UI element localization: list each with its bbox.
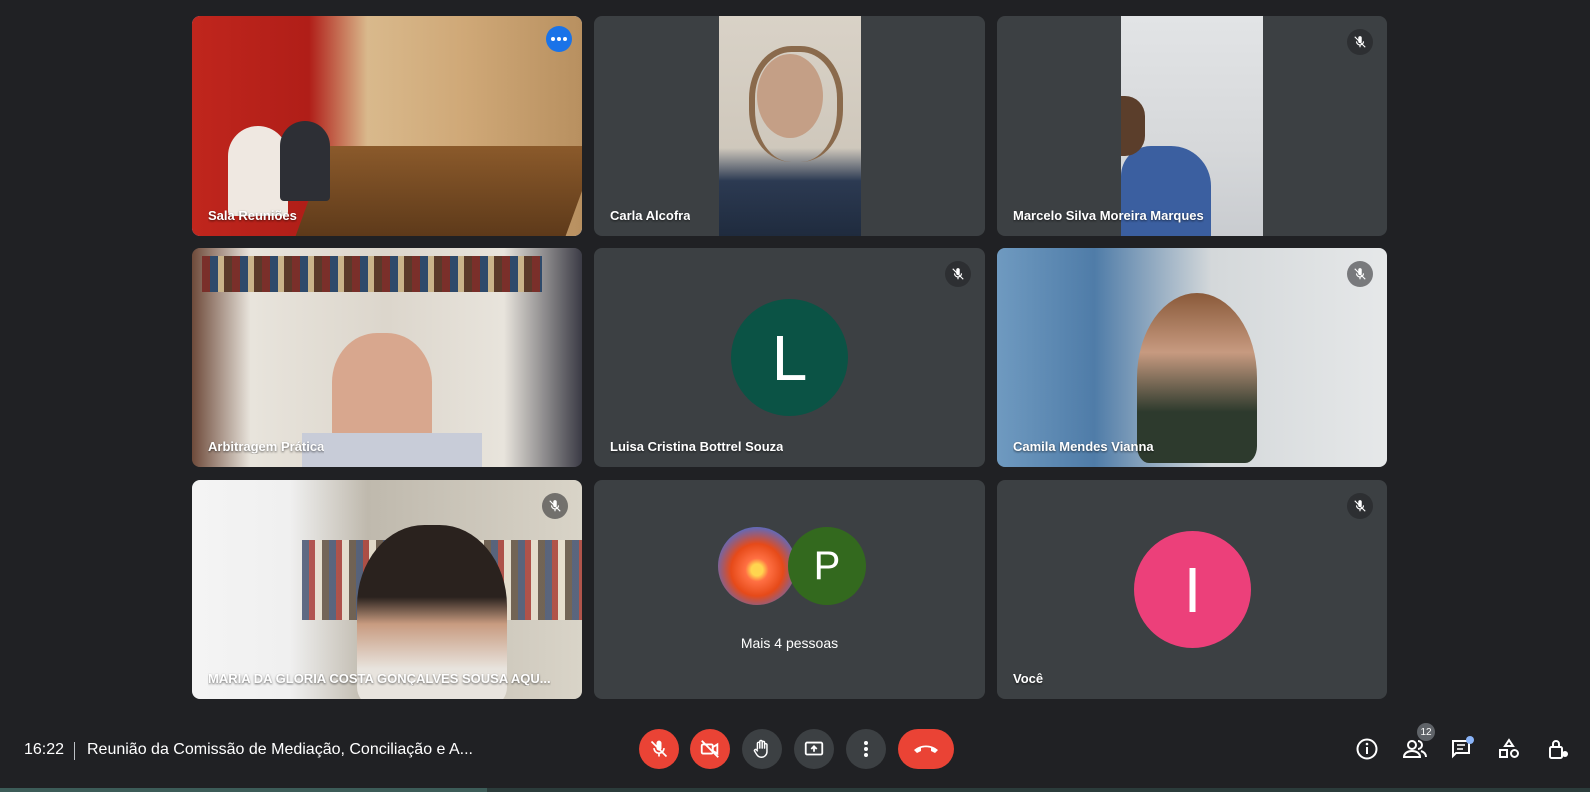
participant-name: Você: [1013, 671, 1044, 686]
participant-video: [192, 16, 582, 236]
phone-hangup-icon: [914, 745, 938, 753]
participant-tile-sala-reunioes[interactable]: Sala Reuniões: [192, 16, 582, 236]
participant-name: Arbitragem Prática: [208, 439, 325, 454]
leave-call-button[interactable]: [898, 729, 954, 769]
more-options-button[interactable]: [846, 729, 886, 769]
participant-video: [192, 480, 582, 699]
divider: [74, 742, 75, 760]
meeting-title: Reunião da Comissão de Mediação, Concili…: [87, 741, 473, 758]
avatar: L: [731, 299, 848, 416]
camera-off-icon: [700, 740, 719, 758]
mic-off-icon: [945, 261, 971, 287]
participant-video: [1121, 16, 1263, 236]
raise-hand-button[interactable]: [742, 729, 782, 769]
hand-icon: [753, 739, 768, 758]
participant-tile-arbitragem[interactable]: Arbitragem Prática: [192, 248, 582, 467]
activities-icon: [1499, 738, 1519, 758]
shirt-shape: [302, 433, 482, 467]
participant-tile-carla-alcofra[interactable]: Carla Alcofra: [594, 16, 985, 236]
mic-off-icon: [650, 740, 668, 758]
head-shape: [1121, 96, 1145, 156]
person-shape: [1137, 293, 1257, 463]
host-controls-button[interactable]: [1543, 734, 1573, 764]
meeting-details-button[interactable]: [1352, 734, 1382, 764]
participant-tile-camila[interactable]: Camila Mendes Vianna: [997, 248, 1387, 467]
camera-toggle-button[interactable]: [690, 729, 730, 769]
participant-name: Camila Mendes Vianna: [1013, 439, 1154, 454]
participant-name: MARIA DA GLORIA COSTA GONÇALVES SOUSA AQ…: [208, 671, 551, 686]
mic-off-icon: [1347, 261, 1373, 287]
participant-tile-maria[interactable]: MARIA DA GLORIA COSTA GONÇALVES SOUSA AQ…: [192, 480, 582, 699]
participant-tile-luisa[interactable]: L Luisa Cristina Bottrel Souza: [594, 248, 985, 467]
chat-notification-dot: [1466, 736, 1474, 744]
bottom-control-bar: 16:22 Reunião da Comissão de Mediação, C…: [0, 712, 1590, 792]
mic-toggle-button[interactable]: [639, 729, 679, 769]
participant-name: Luisa Cristina Bottrel Souza: [610, 439, 784, 454]
hair-shape: [749, 46, 843, 162]
participant-video: [719, 16, 861, 236]
participant-name: Marcelo Silva Moreira Marques: [1013, 208, 1204, 223]
info-icon: [1356, 738, 1378, 760]
participant-video: [997, 248, 1387, 467]
mic-off-icon: [1347, 493, 1373, 519]
participant-video: [192, 248, 582, 467]
person-shape: [228, 126, 288, 216]
avatar: I: [1134, 531, 1251, 648]
more-vert-icon: [864, 741, 868, 757]
person-shape: [280, 121, 330, 201]
participant-tile-voce[interactable]: I Você: [997, 480, 1387, 699]
sunset-avatar: [718, 527, 796, 605]
person-shape: [332, 333, 432, 443]
participant-name: Sala Reuniões: [208, 208, 297, 223]
mic-off-icon: [1347, 29, 1373, 55]
participant-tile-others[interactable]: P Mais 4 pessoas: [594, 480, 985, 699]
bottom-progress-strip: [0, 788, 1590, 792]
progress-fill: [0, 788, 487, 792]
participant-tile-marcelo[interactable]: Marcelo Silva Moreira Marques: [997, 16, 1387, 236]
mic-off-icon: [542, 493, 568, 519]
avatar: P: [788, 527, 866, 605]
lock-person-icon: [1549, 740, 1568, 759]
more-options-icon[interactable]: [546, 26, 572, 52]
participants-count-badge: 12: [1417, 723, 1435, 741]
present-screen-button[interactable]: [794, 729, 834, 769]
present-icon: [804, 741, 824, 756]
more-participants-label: Mais 4 pessoas: [740, 635, 839, 651]
table-shape: [295, 146, 582, 236]
participant-name: Carla Alcofra: [610, 208, 691, 223]
meeting-clock: 16:22: [24, 741, 65, 758]
activities-button[interactable]: [1494, 734, 1524, 764]
bookshelf-shape: [202, 256, 542, 292]
